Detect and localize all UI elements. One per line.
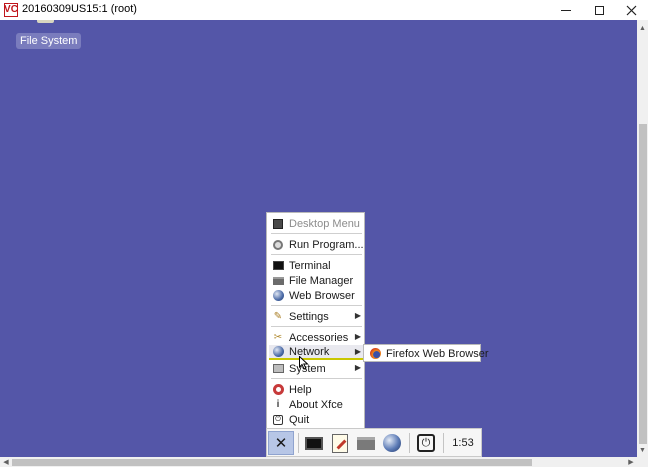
menu-item-help[interactable]: Help (269, 382, 364, 397)
menu-item-accessories[interactable]: ✂ Accessories ▶ (269, 330, 364, 345)
menu-header-label: Desktop Menu (289, 217, 360, 230)
menu-item-label: Accessories (289, 331, 349, 344)
window-titlebar: VC 20160309US15:1 (root) (0, 0, 648, 20)
help-icon (272, 384, 284, 396)
scrollbar-corner (637, 457, 648, 467)
menu-item-label: Web Browser (289, 289, 355, 302)
menu-item-label: Quit (289, 413, 310, 426)
menu-item-network[interactable]: Network ▶ (269, 345, 364, 360)
run-icon (272, 239, 284, 251)
menu-item-label: Network (289, 345, 330, 358)
drive-icon[interactable] (37, 20, 54, 23)
submenu-arrow-icon: ▶ (354, 311, 361, 320)
minimize-button[interactable] (549, 0, 583, 20)
web-browser-icon (272, 290, 284, 302)
vertical-scroll-thumb[interactable] (639, 124, 647, 444)
menu-item-label: Run Program... (289, 238, 364, 251)
menu-separator (271, 305, 362, 306)
power-icon: ⏻ (417, 434, 435, 452)
menu-header: Desktop Menu (269, 216, 364, 231)
scroll-down-icon[interactable]: ▼ (637, 444, 648, 456)
menu-item-about-xfce[interactable]: i About Xfce (269, 397, 364, 412)
system-icon (272, 363, 284, 375)
menu-item-system[interactable]: System ▶ (269, 361, 364, 376)
settings-icon: ✎ (273, 311, 283, 322)
menu-item-settings[interactable]: ✎ Settings ▶ (269, 309, 364, 324)
menu-item-web-browser[interactable]: Web Browser (269, 288, 364, 303)
menu-item-label: Settings (289, 310, 329, 323)
desktop-menu-icon (272, 218, 284, 230)
vertical-scrollbar[interactable]: ▲ ▼ (637, 20, 648, 457)
panel-separator (409, 433, 410, 453)
desktop-icon-file-system[interactable]: File System (16, 33, 82, 49)
power-button[interactable]: ⏻ (414, 431, 438, 455)
file-manager-icon (357, 436, 375, 450)
network-icon (272, 346, 284, 358)
menu-separator (271, 326, 362, 327)
accessories-icon: ✂ (273, 332, 283, 343)
text-editor-icon (332, 433, 348, 453)
menu-item-label: File Manager (289, 274, 354, 287)
panel-separator (443, 433, 444, 453)
menu-separator (271, 378, 362, 379)
mouse-cursor-icon (299, 356, 309, 370)
close-icon (626, 5, 636, 15)
menu-item-file-manager[interactable]: File Manager (269, 273, 364, 288)
window-title: 20160309US15:1 (root) (22, 3, 137, 15)
scroll-left-icon[interactable]: ◀ (1, 457, 11, 467)
xfce-menu-button[interactable]: ✕ (268, 431, 294, 455)
maximize-button[interactable] (582, 0, 616, 20)
menu-separator (271, 254, 362, 255)
xfce-menu-icon: ✕ (274, 435, 288, 452)
menu-item-quit[interactable]: ⏻ Quit (269, 412, 364, 427)
vnc-app-icon: VC (4, 3, 18, 17)
scroll-right-icon[interactable]: ▶ (626, 457, 636, 467)
network-submenu: Firefox Web Browser (363, 344, 489, 362)
menu-item-label: Help (289, 383, 312, 396)
desktop-menu: Desktop Menu Run Program... Terminal Fil… (266, 212, 365, 429)
menu-separator (271, 233, 362, 234)
submenu-arrow-icon: ▶ (354, 347, 361, 356)
submenu-arrow-icon: ▶ (354, 363, 361, 372)
menu-item-terminal[interactable]: Terminal (269, 258, 364, 273)
horizontal-scrollbar[interactable]: ◀ ▶ (0, 457, 637, 467)
menu-item-label: Terminal (289, 259, 331, 272)
close-button[interactable] (614, 0, 648, 20)
web-browser-launcher[interactable] (380, 431, 404, 455)
submenu-item-label: Firefox Web Browser (386, 347, 489, 360)
menu-item-label: About Xfce (289, 398, 343, 411)
text-editor-launcher[interactable] (328, 431, 352, 455)
file-manager-launcher[interactable] (354, 431, 378, 455)
quit-icon: ⏻ (272, 414, 284, 426)
maximize-icon (594, 5, 604, 15)
bottom-panel: ✕ ⏻ 1:53 (266, 428, 482, 457)
submenu-item-firefox[interactable]: Firefox Web Browser (366, 346, 489, 361)
terminal-icon (305, 436, 323, 450)
about-icon: i (276, 399, 280, 410)
submenu-arrow-icon: ▶ (354, 332, 361, 341)
firefox-icon (369, 348, 381, 360)
terminal-icon (272, 260, 284, 272)
terminal-launcher[interactable] (302, 431, 326, 455)
file-manager-icon (272, 275, 284, 287)
panel-separator (298, 433, 299, 453)
menu-item-run-program[interactable]: Run Program... (269, 237, 364, 252)
scroll-up-icon[interactable]: ▲ (637, 22, 648, 34)
horizontal-scroll-thumb[interactable] (12, 459, 532, 466)
minimize-icon (561, 9, 571, 11)
web-browser-icon (383, 434, 401, 452)
panel-clock[interactable]: 1:53 (445, 429, 481, 456)
